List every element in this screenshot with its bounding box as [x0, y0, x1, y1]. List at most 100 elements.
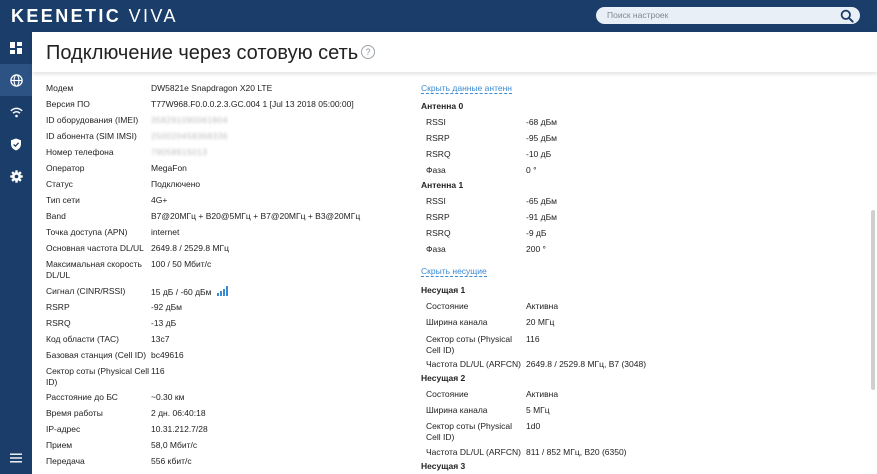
toggle-carriers-link[interactable]: Скрыть несущие [421, 266, 487, 277]
info-label: Тип сети [46, 195, 80, 205]
antenna-value: -95 дБм [526, 133, 558, 143]
antenna-value: 200 ° [526, 244, 546, 254]
carrier-value: 1d0 [526, 421, 541, 431]
search-input[interactable]: Поиск настроек [596, 7, 860, 24]
antenna-label: RSSI [426, 196, 446, 206]
carrier-label: Частота DL/UL (ARFCN) [426, 447, 521, 457]
info-label: ID оборудования (IMEI) [46, 115, 139, 125]
signal-bars-icon [216, 286, 228, 296]
antenna-heading: Антенна 1 [421, 180, 464, 190]
info-label: Базовая станция (Cell ID) [46, 350, 147, 360]
sidebar-item-settings[interactable] [0, 160, 32, 192]
search-placeholder: Поиск настроек [607, 10, 669, 20]
sidebar-item-wifi[interactable] [0, 96, 32, 128]
info-label: Прием [46, 440, 73, 450]
info-label: Основная частота DL/UL [46, 243, 144, 253]
info-value: B7@20МГц + B20@5МГц + B7@20МГц + B3@20МГ… [151, 211, 361, 221]
sidebar-menu-button[interactable] [0, 442, 32, 474]
info-label: Версия ПО [46, 99, 90, 109]
info-value: T77W968.F0.0.0.2.3.GC.004 1 [Jul 13 2018… [151, 99, 354, 109]
carrier-label: Сектор соты (Physical [426, 421, 513, 431]
imsi-value: 250020458368336 [151, 131, 228, 141]
sidebar-item-internet[interactable] [0, 64, 32, 96]
carrier-label-line2: Cell ID) [426, 432, 455, 442]
brand-logo[interactable]: KEENETIC VIVA [11, 5, 178, 27]
info-label: Оператор [46, 163, 85, 173]
info-value: MegaFon [151, 163, 187, 173]
globe-icon [9, 73, 23, 87]
carrier-label: Ширина канала [426, 317, 488, 327]
info-value: 2649.8 / 2529.8 МГц [151, 243, 229, 253]
info-label: Передача [46, 456, 85, 466]
phone-value: 79058915013 [151, 147, 208, 157]
antenna-value: -10 дБ [526, 149, 552, 159]
carrier-label: Ширина канала [426, 405, 488, 415]
info-value: 13c7 [151, 334, 170, 344]
toggle-antennas-link[interactable]: Скрыть данные антенн [421, 83, 512, 94]
carrier-value: Активна [526, 389, 559, 399]
info-label: Время работы [46, 408, 103, 418]
help-icon[interactable]: ? [361, 45, 375, 59]
search-icon[interactable] [840, 9, 854, 23]
hamburger-icon [10, 453, 22, 463]
info-value: -92 дБм [151, 302, 183, 312]
info-label-line2: ID) [46, 377, 58, 387]
carrier-value: 5 МГц [526, 405, 550, 415]
carrier-label: Сектор соты (Physical [426, 334, 513, 344]
gear-icon [9, 169, 23, 183]
info-value: bc49616 [151, 350, 184, 360]
carrier-label: Частота DL/UL (ARFCN) [426, 359, 521, 369]
info-row: Модем [46, 83, 73, 94]
page-scrollbar[interactable] [871, 210, 875, 390]
shield-icon [11, 138, 21, 150]
info-value: 100 / 50 Мбит/с [151, 259, 212, 269]
carrier-value: Активна [526, 301, 559, 311]
antenna-label: RSRP [426, 212, 450, 222]
sidebar-item-security[interactable] [0, 128, 32, 160]
imei-value: 358291090061804 [151, 115, 228, 125]
antenna-value: -65 дБм [526, 196, 558, 206]
antenna-label: RSSI [426, 117, 446, 127]
antenna-value: 0 ° [526, 165, 537, 175]
info-value: 10.31.212.7/28 [151, 424, 208, 434]
carrier-value: 116 [526, 334, 540, 344]
carrier-heading: Несущая 2 [421, 373, 466, 383]
page-header: Подключение через сотовую сеть ? [32, 32, 877, 72]
antenna-label: Фаза [426, 244, 446, 254]
info-label: Максимальная скорость [46, 259, 142, 269]
info-label: Статус [46, 179, 73, 189]
info-value: Подключено [151, 179, 201, 189]
carrier-heading: Несущая 3 [421, 461, 466, 471]
dashboard-icon [10, 42, 22, 54]
info-value: DW5821e Snapdragon X20 LTE [151, 83, 273, 93]
info-value: 15 дБ / -60 дБм [151, 287, 212, 297]
carrier-value: 20 МГц [526, 317, 555, 327]
info-label: Код области (TAC) [46, 334, 119, 344]
carrier-label: Состояние [426, 389, 469, 399]
sidebar [0, 32, 32, 474]
antenna-heading: Антенна 0 [421, 101, 464, 111]
info-label: Номер телефона [46, 147, 114, 157]
info-label: RSRQ [46, 318, 71, 328]
carrier-heading: Несущая 1 [421, 285, 466, 295]
carrier-value: 811 / 852 МГц, B20 (6350) [526, 447, 627, 457]
antenna-label: RSRQ [426, 149, 451, 159]
antenna-value: -91 дБм [526, 212, 558, 222]
info-label: Сигнал (CINR/RSSI) [46, 286, 126, 296]
info-label-line2: DL/UL [46, 270, 71, 280]
carrier-label-line2: Cell ID) [426, 345, 455, 355]
info-label: Band [46, 211, 66, 221]
carrier-value: 2649.8 / 2529.8 МГц, B7 (3048) [526, 359, 647, 369]
page-title: Подключение через сотовую сеть [46, 42, 359, 64]
sidebar-item-dashboard[interactable] [0, 32, 32, 64]
info-value: 58,0 Мбит/с [151, 440, 198, 450]
info-label: RSRP [46, 302, 70, 312]
info-value: ~0.30 км [151, 392, 185, 402]
info-label: ID абонента (SIM IMSI) [46, 131, 137, 141]
info-value: 2 дн. 06:40:18 [151, 408, 206, 418]
info-label: IP-адрес [46, 424, 81, 434]
info-label: Модем [46, 83, 74, 93]
info-label: Сектор соты (Physical Cell [46, 366, 150, 376]
antenna-label: RSRP [426, 133, 450, 143]
info-value: -13 дБ [151, 318, 177, 328]
